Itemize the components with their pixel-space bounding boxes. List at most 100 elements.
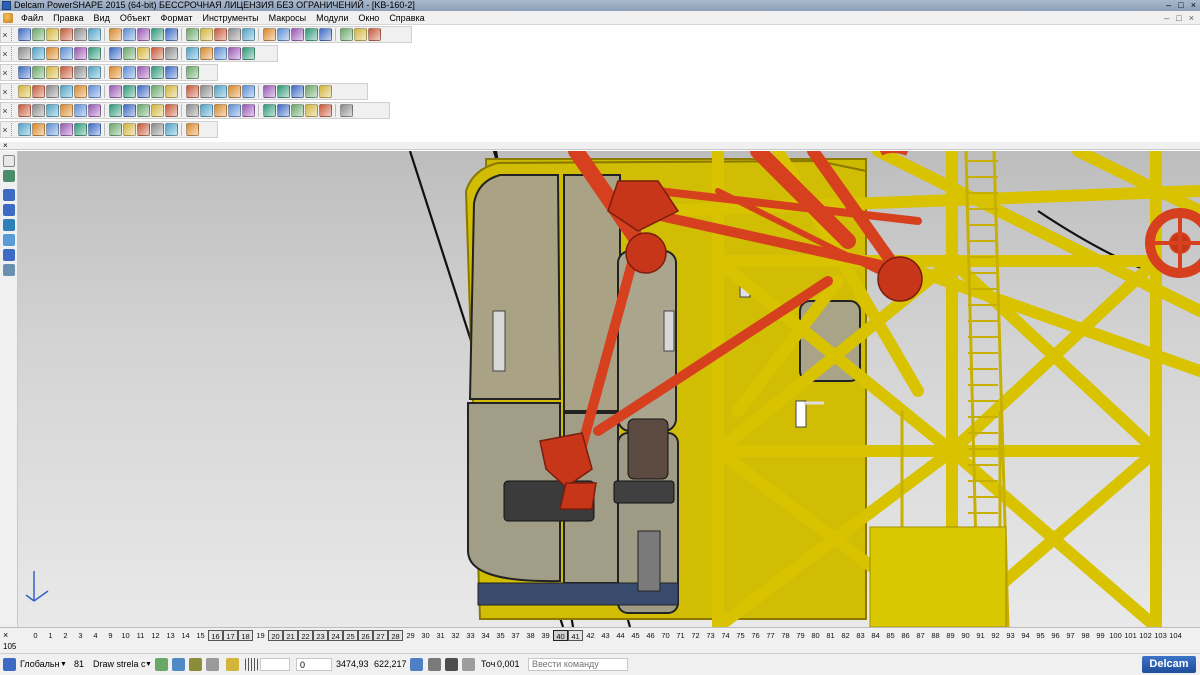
tool-icon[interactable] [88,66,101,79]
level-button[interactable]: 82 [838,630,853,641]
tool-icon[interactable] [18,47,31,60]
level-button[interactable]: 103 [1153,630,1168,641]
level-button[interactable]: 84 [868,630,883,641]
level-button[interactable]: 23 [313,630,328,641]
tool-icon[interactable] [32,123,45,136]
tool-icon[interactable] [32,66,45,79]
tool-icon[interactable] [305,104,318,117]
tool-icon[interactable] [88,47,101,60]
menu-tools[interactable]: Инструменты [197,11,263,25]
tool-icon[interactable] [228,104,241,117]
tool-icon[interactable] [228,85,241,98]
tool-icon[interactable] [88,123,101,136]
level-button[interactable]: 41 [568,630,583,641]
level-button[interactable]: 33 [463,630,478,641]
materials-icon[interactable] [206,658,219,671]
tool-icon[interactable] [32,85,45,98]
level-button[interactable]: 105 [3,642,16,651]
tool-icon[interactable] [123,47,136,60]
level-button[interactable]: 42 [583,630,598,641]
mdi-minimize-button[interactable]: – [1164,13,1169,23]
level-button[interactable]: 27 [373,630,388,641]
tool-icon[interactable] [46,123,59,136]
level-button[interactable]: 81 [823,630,838,641]
tool-icon[interactable] [277,104,290,117]
tool-icon[interactable] [263,104,276,117]
tool-icon[interactable] [60,104,73,117]
tool-icon[interactable] [88,28,101,41]
level-button[interactable]: 99 [1093,630,1108,641]
tool-icon[interactable] [165,85,178,98]
maximize-button[interactable]: □ [1178,0,1183,11]
tool-icon[interactable] [60,85,73,98]
level-button[interactable]: 18 [238,630,253,641]
tool-icon[interactable] [32,104,45,117]
tool-icon[interactable] [242,104,255,117]
tool-icon[interactable] [109,47,122,60]
tool-icon[interactable] [277,28,290,41]
tool-icon[interactable] [368,28,381,41]
grid-input[interactable] [260,658,290,671]
level-button[interactable]: 78 [778,630,793,641]
workplane-icon[interactable] [3,170,15,182]
list-icon[interactable] [445,658,458,671]
level-button[interactable]: 10 [118,630,133,641]
select-icon[interactable] [3,155,15,167]
level-button[interactable]: 38 [523,630,538,641]
tool-icon[interactable] [74,104,87,117]
solid-icon[interactable] [3,249,15,261]
close-toolbar-button[interactable]: × [1,87,9,97]
tool-icon[interactable] [242,85,255,98]
level-button[interactable]: 97 [1063,630,1078,641]
tool-icon[interactable] [214,28,227,41]
level-button[interactable]: 12 [148,630,163,641]
tool-icon[interactable] [200,104,213,117]
level-button[interactable]: 29 [403,630,418,641]
tool-icon[interactable] [60,66,73,79]
level-button[interactable]: 95 [1033,630,1048,641]
tool-icon[interactable] [165,47,178,60]
close-toolbar-button[interactable]: × [1,68,9,78]
level-button[interactable]: 14 [178,630,193,641]
render-icon[interactable] [172,658,185,671]
tool-icon[interactable] [18,66,31,79]
tool-icon[interactable] [46,85,59,98]
menu-view[interactable]: Вид [89,11,115,25]
line-icon[interactable] [3,189,15,201]
tool-icon[interactable] [137,66,150,79]
level-button[interactable]: 77 [763,630,778,641]
level-button[interactable]: 11 [133,630,148,641]
tool-icon[interactable] [263,28,276,41]
level-button[interactable]: 94 [1018,630,1033,641]
tool-icon[interactable] [291,85,304,98]
tool-icon[interactable] [214,85,227,98]
workplane-info-icon[interactable] [410,658,423,671]
level-button[interactable]: 70 [658,630,673,641]
tool-icon[interactable] [123,123,136,136]
tool-icon[interactable] [109,104,122,117]
level-button[interactable]: 24 [328,630,343,641]
tool-icon[interactable] [137,104,150,117]
tool-icon[interactable] [200,85,213,98]
tool-icon[interactable] [46,28,59,41]
tool-icon[interactable] [228,47,241,60]
tool-icon[interactable] [137,123,150,136]
level-button[interactable]: 72 [688,630,703,641]
close-toolbar-button[interactable]: × [1,30,9,40]
grid-icon[interactable] [245,658,258,671]
tool-icon[interactable] [46,66,59,79]
level-button[interactable]: 92 [988,630,1003,641]
level-button[interactable]: 4 [88,630,103,641]
tool-icon[interactable] [109,66,122,79]
level-button[interactable]: 45 [628,630,643,641]
tolerance-value[interactable]: 0,001 [497,658,520,671]
tool-icon[interactable] [200,47,213,60]
tool-icon[interactable] [32,47,45,60]
minimize-button[interactable]: – [1166,0,1171,11]
menu-macros[interactable]: Макросы [264,11,312,25]
level-button[interactable]: 102 [1138,630,1153,641]
level-button[interactable]: 101 [1123,630,1138,641]
tool-icon[interactable] [46,47,59,60]
level-button[interactable]: 83 [853,630,868,641]
menu-file[interactable]: Файл [16,11,48,25]
